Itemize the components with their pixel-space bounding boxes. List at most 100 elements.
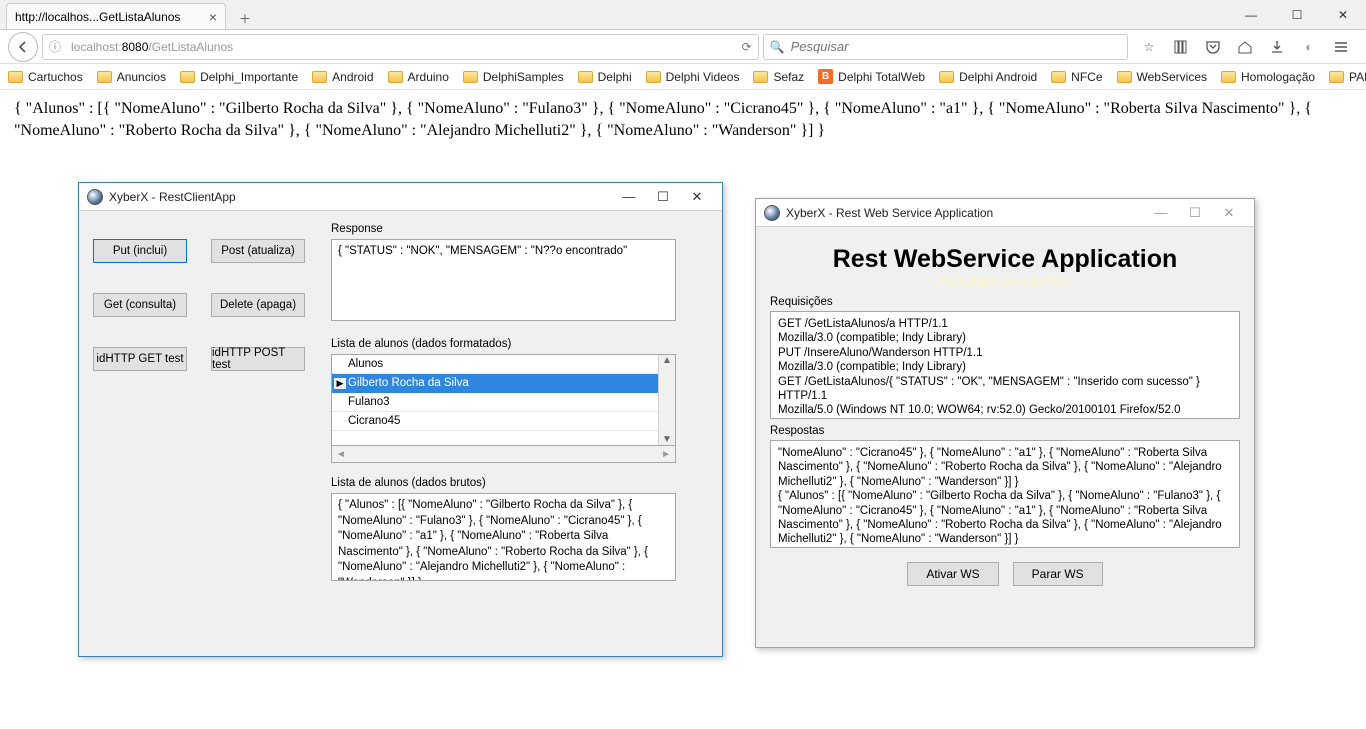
scrollbar-vertical[interactable]: ▲▼ xyxy=(658,355,675,445)
grid-row[interactable]: Cicrano45 xyxy=(332,412,658,431)
bookmark-label: Homologação xyxy=(1241,70,1315,84)
bookmark-item[interactable]: Anuncios xyxy=(97,70,166,84)
client-title: XyberX - RestClientApp xyxy=(109,190,606,204)
page-json-content: { "Alunos" : [{ "NomeAluno" : "Gilberto … xyxy=(0,90,1366,149)
app-icon xyxy=(87,189,103,205)
server-subheading: Apocalipsis version Free xyxy=(770,274,1240,288)
bookmark-item[interactable]: WebServices xyxy=(1117,70,1207,84)
bookmark-label: Delphi Videos xyxy=(666,70,740,84)
folder-icon xyxy=(753,71,768,83)
url-path: /GetListaAlunos xyxy=(148,40,233,54)
requests-label: Requisições xyxy=(770,296,1240,308)
folder-icon xyxy=(97,71,112,83)
close-icon[interactable]: ✕ xyxy=(680,183,714,211)
bookmark-item[interactable]: DelphiSamples xyxy=(463,70,564,84)
folder-icon xyxy=(180,71,195,83)
bookmarks-bar: Cartuchos Anuncios Delphi_Importante Androi… xyxy=(0,64,1366,90)
grid-row[interactable]: Fulano3 xyxy=(332,393,658,412)
menu-icon[interactable] xyxy=(1332,38,1350,56)
bookmark-label: Sefaz xyxy=(773,70,804,84)
url-bar[interactable]: ⓘ localhost:8080/GetListaAlunos ⟳ xyxy=(42,34,759,60)
bookmark-label: Anuncios xyxy=(117,70,166,84)
response-textarea[interactable] xyxy=(331,239,676,321)
server-titlebar[interactable]: XyberX - Rest Web Service Application — … xyxy=(756,199,1254,227)
library-icon[interactable] xyxy=(1172,38,1190,56)
bookmark-item[interactable]: NFCe xyxy=(1051,70,1102,84)
app-icon xyxy=(764,205,780,221)
minimize-icon[interactable]: — xyxy=(1144,199,1178,227)
addon-icon[interactable]: ◐ xyxy=(1300,38,1318,56)
client-app-window: XyberX - RestClientApp — ☐ ✕ Put (inclui… xyxy=(78,182,723,657)
browser-nav-row: ⓘ localhost:8080/GetListaAlunos ⟳ 🔍 ☆ ◐ xyxy=(0,30,1366,64)
bookmark-item[interactable]: Delphi xyxy=(578,70,632,84)
idhttp-post-button[interactable]: idHTTP POST test xyxy=(211,347,305,371)
browser-search-box[interactable]: 🔍 xyxy=(763,34,1128,60)
grid-row[interactable]: Gilberto Rocha da Silva xyxy=(332,374,658,393)
minimize-icon[interactable]: — xyxy=(612,183,646,211)
bookmark-item[interactable]: Homologação xyxy=(1221,70,1315,84)
downloads-icon[interactable] xyxy=(1268,38,1286,56)
bookmark-item[interactable]: B Delphi TotalWeb xyxy=(818,69,925,84)
url-host-prefix: localhost: xyxy=(71,40,122,54)
reload-icon[interactable]: ⟳ xyxy=(742,40,752,54)
folder-icon xyxy=(1051,71,1066,83)
delete-button[interactable]: Delete (apaga) xyxy=(211,293,305,317)
folder-icon xyxy=(8,71,23,83)
browser-tab-strip: http://localhos...GetListaAlunos × ＋ — ☐… xyxy=(0,0,1366,30)
put-button[interactable]: Put (inclui) xyxy=(93,239,187,263)
minimize-icon[interactable]: — xyxy=(1228,0,1274,30)
blogger-icon: B xyxy=(818,69,833,84)
bookmark-item[interactable]: Delphi Android xyxy=(939,70,1037,84)
new-tab-button[interactable]: ＋ xyxy=(232,7,258,29)
bookmark-label: DelphiSamples xyxy=(483,70,564,84)
maximize-icon[interactable]: ☐ xyxy=(1274,0,1320,30)
bookmark-item[interactable]: PAF-ECF xyxy=(1329,70,1366,84)
parar-ws-button[interactable]: Parar WS xyxy=(1013,562,1103,586)
maximize-icon[interactable]: ☐ xyxy=(1178,199,1212,227)
raw-textarea[interactable] xyxy=(331,493,676,581)
bookmark-item[interactable]: Delphi Videos xyxy=(646,70,740,84)
responses-label: Respostas xyxy=(770,425,1240,437)
browser-tab[interactable]: http://localhos...GetListaAlunos × xyxy=(6,3,226,29)
bookmark-star-icon[interactable]: ☆ xyxy=(1140,38,1158,56)
pocket-icon[interactable] xyxy=(1204,38,1222,56)
close-icon[interactable]: × xyxy=(209,9,217,25)
folder-icon xyxy=(1329,71,1344,83)
folder-icon xyxy=(578,71,593,83)
bookmark-item[interactable]: Arduino xyxy=(388,70,449,84)
get-button[interactable]: Get (consulta) xyxy=(93,293,187,317)
bookmark-label: Android xyxy=(332,70,373,84)
folder-icon xyxy=(388,71,403,83)
bookmark-item[interactable]: Delphi_Importante xyxy=(180,70,298,84)
bookmark-label: Cartuchos xyxy=(28,70,83,84)
server-app-window: XyberX - Rest Web Service Application — … xyxy=(755,198,1255,648)
folder-icon xyxy=(1117,71,1132,83)
scrollbar-horizontal[interactable]: ◄► xyxy=(331,446,676,463)
post-button[interactable]: Post (atualiza) xyxy=(211,239,305,263)
browser-search-input[interactable] xyxy=(789,38,1121,55)
idhttp-get-button[interactable]: idHTTP GET test xyxy=(93,347,187,371)
close-icon[interactable]: ✕ xyxy=(1212,199,1246,227)
url-host-port: 8080 xyxy=(122,40,149,54)
ativar-ws-button[interactable]: Ativar WS xyxy=(907,562,998,586)
responses-log[interactable]: "NomeAluno" : "Cicrano45" }, { "NomeAlun… xyxy=(770,440,1240,548)
grid-header: Alunos xyxy=(332,355,658,374)
site-info-icon[interactable]: ⓘ xyxy=(49,38,67,55)
bookmark-item[interactable]: Sefaz xyxy=(753,70,804,84)
raw-list-label: Lista de alunos (dados brutos) xyxy=(331,477,708,489)
client-titlebar[interactable]: XyberX - RestClientApp — ☐ ✕ xyxy=(79,183,722,211)
back-button[interactable] xyxy=(8,32,38,62)
alunos-grid[interactable]: AlunosGilberto Rocha da SilvaFulano3Cicr… xyxy=(331,354,676,446)
bookmark-label: Delphi Android xyxy=(959,70,1037,84)
server-title: XyberX - Rest Web Service Application xyxy=(786,206,1138,220)
maximize-icon[interactable]: ☐ xyxy=(646,183,680,211)
folder-icon xyxy=(463,71,478,83)
folder-icon xyxy=(939,71,954,83)
bookmark-item[interactable]: Cartuchos xyxy=(8,70,83,84)
close-icon[interactable]: ✕ xyxy=(1320,0,1366,30)
bookmark-label: Delphi TotalWeb xyxy=(838,70,925,84)
bookmark-item[interactable]: Android xyxy=(312,70,373,84)
requests-log[interactable]: GET /GetListaAlunos/a HTTP/1.1 Mozilla/3… xyxy=(770,311,1240,419)
browser-tab-title: http://localhos...GetListaAlunos xyxy=(15,10,209,24)
home-icon[interactable] xyxy=(1236,38,1254,56)
